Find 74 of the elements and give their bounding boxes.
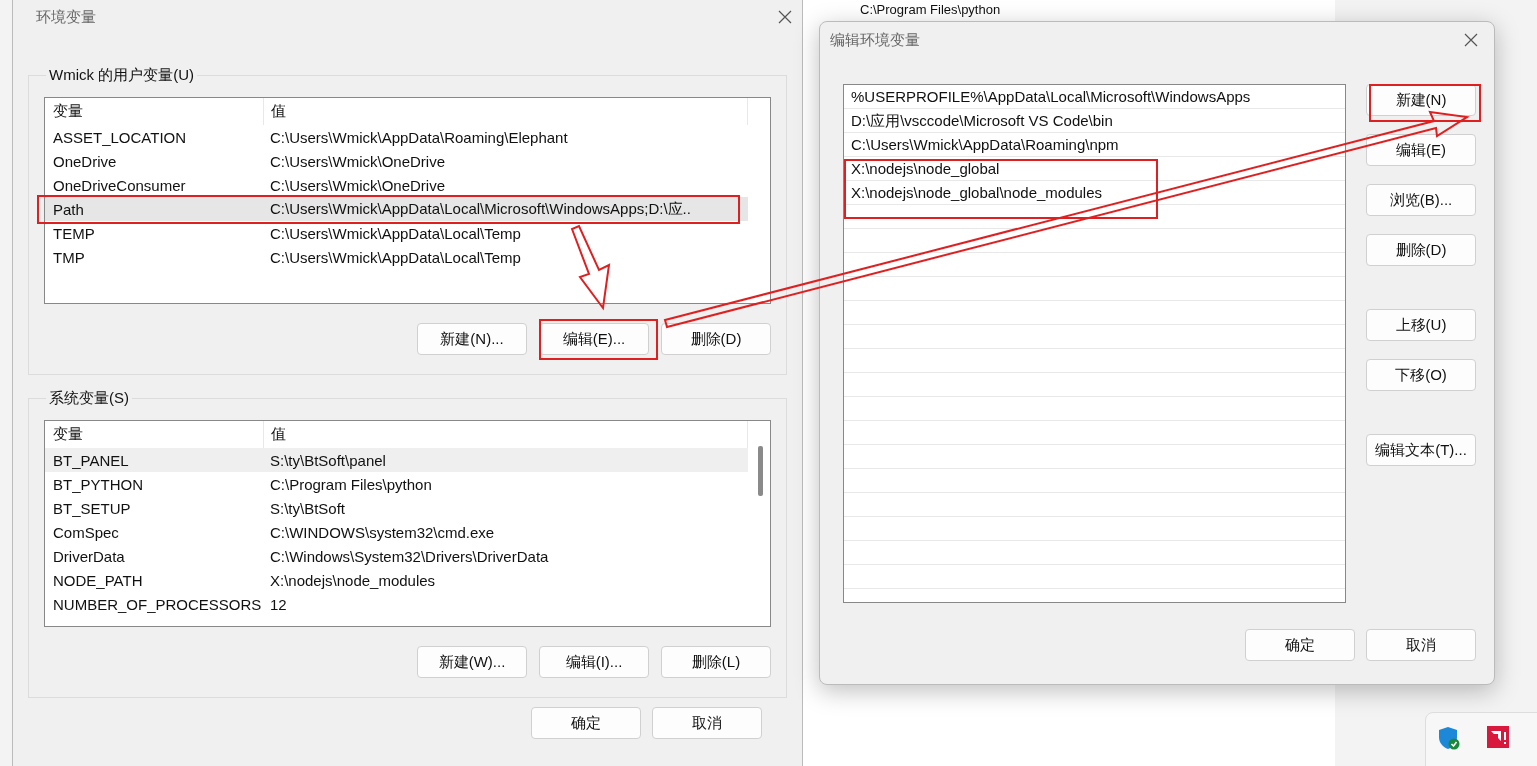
close-icon[interactable] [778,10,792,24]
path-text: C:\Program Files\python [860,2,1001,17]
dialog-button[interactable]: 删除(D) [661,323,771,355]
window-title: 编辑环境变量 [830,30,920,50]
path-entry[interactable]: %USERPROFILE%\AppData\Local\Microsoft\WindowsApps [844,85,1345,109]
variable-name: ComSpec [52,523,120,541]
variable-value: 12 [269,595,288,613]
variable-row[interactable]: OneDrive C:\Users\Wmick\OneDrive [45,149,748,173]
variable-row[interactable]: OneDriveConsumer C:\Users\Wmick\OneDrive [45,173,748,197]
dialog-button[interactable]: 删除(D) [1366,234,1476,266]
variable-name: BT_PANEL [52,451,130,469]
variable-row[interactable]: ASSET_LOCATION C:\Users\Wmick\AppData\Roaming\Elephant [45,125,748,149]
variable-row[interactable]: BT_SETUP S:\ty\BtSoft [45,496,748,520]
variable-value: X:\nodejs\node_modules [269,571,437,589]
dialog-button[interactable]: 浏览(B)... [1366,184,1476,216]
variable-name: ASSET_LOCATION [52,128,188,146]
dialog-button[interactable]: 取消 [652,707,762,739]
dialog-button[interactable]: 新建(W)... [417,646,527,678]
column-header[interactable]: 值 [263,98,747,125]
dialog-button[interactable]: 删除(L) [661,646,771,678]
variable-value: C:\Windows\System32\Drivers\DriverData [269,547,550,565]
warning-app-icon[interactable] [1487,726,1509,748]
variable-name: Path [52,200,85,218]
variable-value: S:\ty\BtSoft\panel [269,451,387,469]
variable-name: DriverData [52,547,126,565]
path-entry[interactable]: X:\nodejs\node_global [844,157,1345,181]
dialog-button[interactable]: 编辑文本(T)... [1366,434,1476,466]
variable-value: C:\Users\Wmick\AppData\Local\Temp [269,224,522,242]
dialog-button[interactable]: 下移(O) [1366,359,1476,391]
variable-row[interactable]: TMP C:\Users\Wmick\AppData\Local\Temp [45,245,748,269]
dialog-button[interactable]: 确定 [531,707,641,739]
scrollbar-thumb[interactable] [758,446,763,496]
dialog-button[interactable]: 编辑(E)... [539,323,649,355]
variable-name: BT_SETUP [52,499,132,517]
window-title: 环境变量 [36,7,96,27]
dialog-button[interactable]: 编辑(E) [1366,134,1476,166]
dialog-button[interactable]: 新建(N)... [417,323,527,355]
variable-row[interactable]: NODE_PATH X:\nodejs\node_modules [45,568,748,592]
variable-row[interactable]: TEMP C:\Users\Wmick\AppData\Local\Temp [45,221,748,245]
variable-row[interactable]: ComSpec C:\WINDOWS\system32\cmd.exe [45,520,748,544]
variable-name: BT_PYTHON [52,475,144,493]
path-entry[interactable]: D:\应用\vsccode\Microsoft VS Code\bin [844,109,1345,133]
shield-icon[interactable] [1438,726,1460,750]
variable-row[interactable]: DriverData C:\Windows\System32\Drivers\DriverData [45,544,748,568]
variable-value: S:\ty\BtSoft [269,499,347,517]
variable-row[interactable]: NUMBER_OF_PROCESSORS 12 [45,592,748,616]
path-entry[interactable]: X:\nodejs\node_global\node_modules [844,181,1345,205]
variable-name: NUMBER_OF_PROCESSORS [52,595,263,613]
dialog-button[interactable]: 编辑(I)... [539,646,649,678]
group-label: 系统变量(S) [48,389,130,408]
variable-value: C:\Users\Wmick\AppData\Local\Temp [269,248,522,266]
variable-name: OneDriveConsumer [52,176,187,194]
dialog-button[interactable]: 取消 [1366,629,1476,661]
variable-value: C:\WINDOWS\system32\cmd.exe [269,523,496,541]
variable-name: NODE_PATH [52,571,144,589]
column-header[interactable]: 变量 [45,425,263,444]
variable-row[interactable]: BT_PANEL S:\ty\BtSoft\panel [45,448,748,472]
variable-row[interactable]: Path C:\Users\Wmick\AppData\Local\Microsoft\WindowsApps;D:\应.. [45,197,748,221]
path-entry[interactable]: C:\Users\Wmick\AppData\Roaming\npm [844,133,1345,157]
variable-value: C:\Users\Wmick\AppData\Roaming\Elephant [269,128,569,146]
column-header[interactable]: 变量 [45,102,263,121]
variable-value: C:\Users\Wmick\AppData\Local\Microsoft\WindowsApps;D:\应.. [269,199,692,219]
variable-name: TMP [52,248,86,266]
variable-value: C:\Program Files\python [269,475,433,493]
dialog-button[interactable]: 新建(N) [1366,84,1476,116]
variable-value: C:\Users\Wmick\OneDrive [269,176,446,194]
dialog-button[interactable]: 上移(U) [1366,309,1476,341]
variable-name: TEMP [52,224,96,242]
group-label: Wmick 的用户变量(U) [48,66,195,85]
close-icon[interactable] [1464,33,1478,47]
variable-name: OneDrive [52,152,118,170]
dialog-button[interactable]: 确定 [1245,629,1355,661]
variable-row[interactable]: BT_PYTHON C:\Program Files\python [45,472,748,496]
variable-value: C:\Users\Wmick\OneDrive [269,152,446,170]
